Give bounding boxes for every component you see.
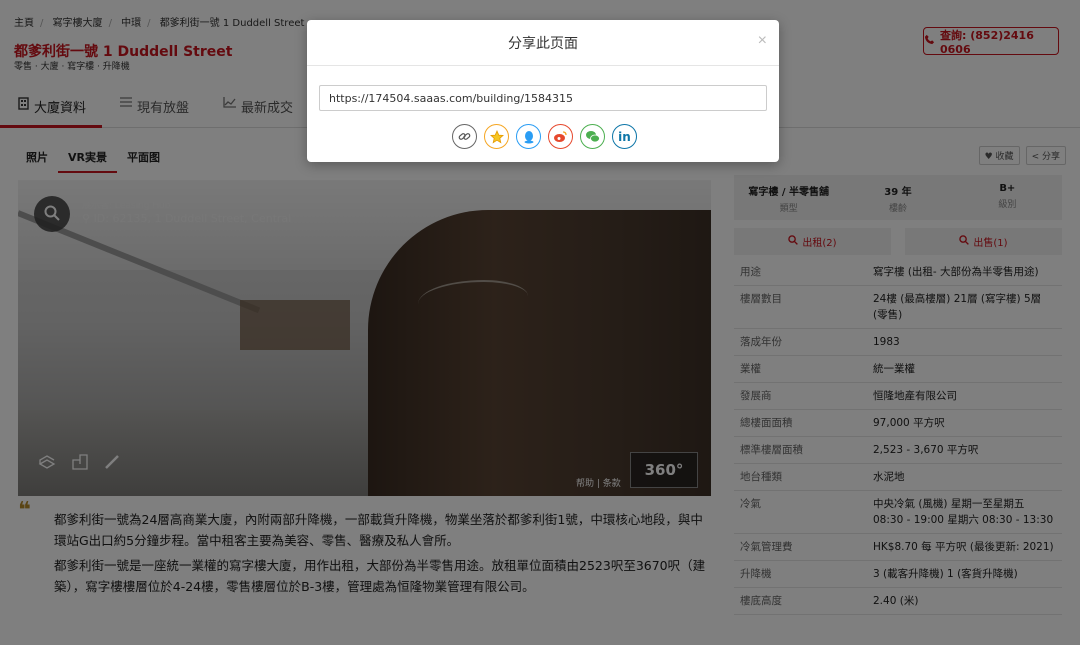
star-icon[interactable] [484, 124, 509, 149]
wechat-icon[interactable] [580, 124, 605, 149]
close-button[interactable]: × [758, 32, 767, 50]
modal-title: 分享此页面 [508, 35, 578, 52]
share-url-field[interactable] [319, 85, 767, 111]
linkedin-icon[interactable]: in [612, 124, 637, 149]
share-modal: 分享此页面 × in [307, 20, 779, 162]
share-icons: in [452, 124, 637, 149]
link-icon[interactable] [452, 124, 477, 149]
qq-icon[interactable] [516, 124, 541, 149]
modal-header: 分享此页面 × [307, 20, 779, 66]
weibo-icon[interactable] [548, 124, 573, 149]
